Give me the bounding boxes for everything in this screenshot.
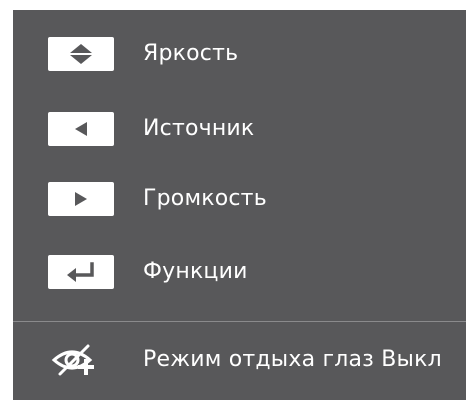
key-button-up-down[interactable] bbox=[48, 37, 114, 71]
menu-item-label: Громкость bbox=[143, 186, 267, 211]
eye-saver-label: Режим отдыха глаз Выкл bbox=[143, 347, 442, 372]
key-button-left[interactable] bbox=[48, 112, 114, 146]
up-down-arrows-icon bbox=[70, 44, 92, 64]
menu-item-label: Яркость bbox=[143, 41, 239, 66]
key-button-enter[interactable] bbox=[48, 255, 114, 289]
menu-item-functions[interactable]: Функции bbox=[13, 249, 466, 295]
menu-item-label: Источник bbox=[143, 116, 255, 141]
enter-return-icon bbox=[67, 262, 94, 282]
eye-saver-icon bbox=[51, 344, 94, 376]
right-arrow-icon bbox=[75, 192, 87, 206]
menu-item-label: Функции bbox=[143, 259, 248, 284]
menu-item-volume[interactable]: Громкость bbox=[13, 176, 466, 222]
osd-menu-panel: Яркость Источник Громкость Функции Режим… bbox=[13, 10, 466, 400]
left-arrow-icon bbox=[75, 122, 87, 136]
menu-item-source[interactable]: Источник bbox=[13, 106, 466, 152]
menu-item-eye-saver[interactable]: Режим отдыха глаз Выкл bbox=[13, 337, 466, 383]
menu-item-brightness[interactable]: Яркость bbox=[13, 31, 466, 77]
key-button-right[interactable] bbox=[48, 182, 114, 216]
menu-divider bbox=[13, 321, 466, 322]
